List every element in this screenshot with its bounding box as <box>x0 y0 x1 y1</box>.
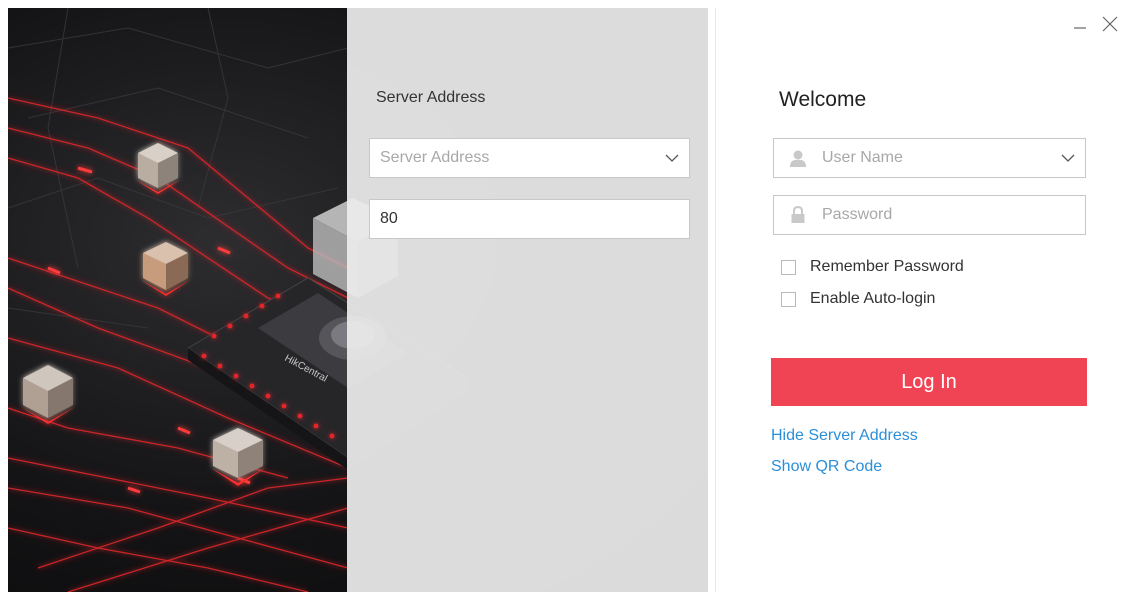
panel-divider <box>715 8 716 592</box>
hide-server-address-link[interactable]: Hide Server Address <box>771 427 918 445</box>
close-button[interactable] <box>1098 12 1122 36</box>
welcome-title: Welcome <box>779 88 867 111</box>
server-address-placeholder: Server Address <box>380 149 490 166</box>
server-address-title: Server Address <box>376 89 486 106</box>
checkbox-box[interactable] <box>781 291 796 307</box>
cube-icon <box>136 143 180 194</box>
show-qr-code-link[interactable]: Show QR Code <box>771 458 882 476</box>
close-icon <box>1102 16 1118 32</box>
username-placeholder: User Name <box>822 149 903 166</box>
cube-icon <box>141 242 190 296</box>
remember-password-label: Remember Password <box>810 258 964 275</box>
minimize-icon <box>1074 27 1086 29</box>
chevron-down-icon[interactable] <box>655 154 689 163</box>
minimize-button[interactable] <box>1068 12 1092 36</box>
username-field[interactable]: User Name <box>773 138 1086 178</box>
lock-icon <box>774 206 822 224</box>
remember-password-checkbox[interactable]: Remember Password <box>781 258 964 276</box>
port-value: 80 <box>380 210 398 227</box>
auto-login-label: Enable Auto-login <box>810 290 936 307</box>
password-field[interactable]: Password <box>773 195 1086 235</box>
checkbox-box[interactable] <box>781 259 796 275</box>
auto-login-checkbox[interactable]: Enable Auto-login <box>781 290 935 308</box>
background-artwork: HikCentral <box>8 8 708 592</box>
login-button[interactable]: Log In <box>771 358 1087 406</box>
password-placeholder: Password <box>822 206 893 223</box>
port-field[interactable]: 80 <box>369 199 690 239</box>
user-icon <box>774 149 822 167</box>
chevron-down-icon[interactable] <box>1051 154 1085 163</box>
cube-icon <box>211 428 265 486</box>
server-address-field[interactable]: Server Address <box>369 138 690 178</box>
